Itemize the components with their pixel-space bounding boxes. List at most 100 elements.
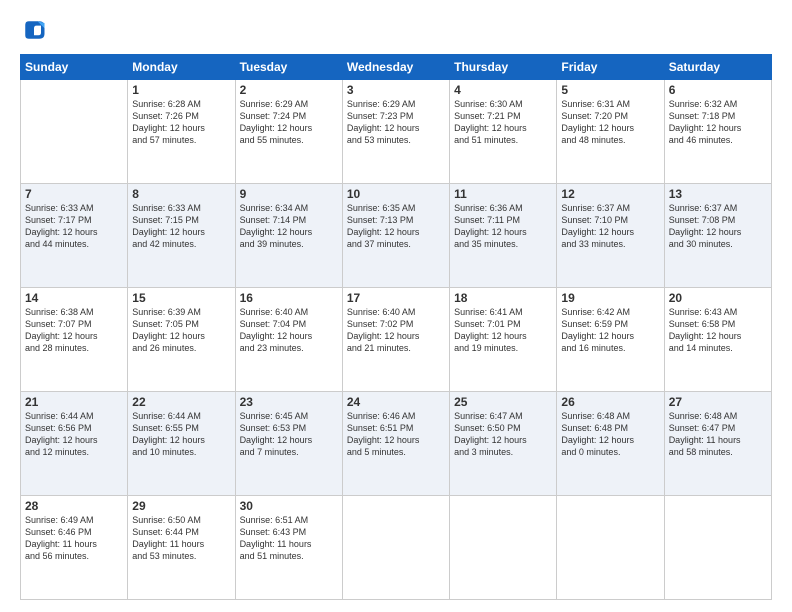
calendar-cell: 29Sunrise: 6:50 AM Sunset: 6:44 PM Dayli… <box>128 496 235 600</box>
day-number: 18 <box>454 291 552 305</box>
day-number: 7 <box>25 187 123 201</box>
day-number: 22 <box>132 395 230 409</box>
calendar-header-row: SundayMondayTuesdayWednesdayThursdayFrid… <box>21 55 772 80</box>
calendar-cell: 18Sunrise: 6:41 AM Sunset: 7:01 PM Dayli… <box>450 288 557 392</box>
day-number: 9 <box>240 187 338 201</box>
day-number: 19 <box>561 291 659 305</box>
day-info: Sunrise: 6:51 AM Sunset: 6:43 PM Dayligh… <box>240 514 338 563</box>
day-number: 16 <box>240 291 338 305</box>
calendar-week-row: 14Sunrise: 6:38 AM Sunset: 7:07 PM Dayli… <box>21 288 772 392</box>
weekday-header: Tuesday <box>235 55 342 80</box>
day-info: Sunrise: 6:29 AM Sunset: 7:23 PM Dayligh… <box>347 98 445 147</box>
day-info: Sunrise: 6:46 AM Sunset: 6:51 PM Dayligh… <box>347 410 445 459</box>
logo-icon <box>20 16 48 44</box>
day-number: 5 <box>561 83 659 97</box>
weekday-header: Thursday <box>450 55 557 80</box>
day-number: 12 <box>561 187 659 201</box>
calendar-cell: 27Sunrise: 6:48 AM Sunset: 6:47 PM Dayli… <box>664 392 771 496</box>
calendar-cell: 24Sunrise: 6:46 AM Sunset: 6:51 PM Dayli… <box>342 392 449 496</box>
calendar-cell: 14Sunrise: 6:38 AM Sunset: 7:07 PM Dayli… <box>21 288 128 392</box>
calendar-week-row: 7Sunrise: 6:33 AM Sunset: 7:17 PM Daylig… <box>21 184 772 288</box>
day-info: Sunrise: 6:35 AM Sunset: 7:13 PM Dayligh… <box>347 202 445 251</box>
day-info: Sunrise: 6:31 AM Sunset: 7:20 PM Dayligh… <box>561 98 659 147</box>
calendar-cell <box>342 496 449 600</box>
day-info: Sunrise: 6:36 AM Sunset: 7:11 PM Dayligh… <box>454 202 552 251</box>
calendar-cell: 7Sunrise: 6:33 AM Sunset: 7:17 PM Daylig… <box>21 184 128 288</box>
day-info: Sunrise: 6:50 AM Sunset: 6:44 PM Dayligh… <box>132 514 230 563</box>
day-info: Sunrise: 6:28 AM Sunset: 7:26 PM Dayligh… <box>132 98 230 147</box>
calendar-cell: 3Sunrise: 6:29 AM Sunset: 7:23 PM Daylig… <box>342 80 449 184</box>
calendar-cell: 2Sunrise: 6:29 AM Sunset: 7:24 PM Daylig… <box>235 80 342 184</box>
day-info: Sunrise: 6:37 AM Sunset: 7:10 PM Dayligh… <box>561 202 659 251</box>
day-info: Sunrise: 6:40 AM Sunset: 7:02 PM Dayligh… <box>347 306 445 355</box>
day-number: 23 <box>240 395 338 409</box>
logo <box>20 16 52 44</box>
day-info: Sunrise: 6:32 AM Sunset: 7:18 PM Dayligh… <box>669 98 767 147</box>
day-info: Sunrise: 6:44 AM Sunset: 6:55 PM Dayligh… <box>132 410 230 459</box>
calendar-cell <box>557 496 664 600</box>
day-info: Sunrise: 6:48 AM Sunset: 6:47 PM Dayligh… <box>669 410 767 459</box>
weekday-header: Friday <box>557 55 664 80</box>
day-info: Sunrise: 6:44 AM Sunset: 6:56 PM Dayligh… <box>25 410 123 459</box>
calendar-cell: 19Sunrise: 6:42 AM Sunset: 6:59 PM Dayli… <box>557 288 664 392</box>
calendar-cell <box>664 496 771 600</box>
calendar-cell: 15Sunrise: 6:39 AM Sunset: 7:05 PM Dayli… <box>128 288 235 392</box>
day-number: 17 <box>347 291 445 305</box>
header <box>20 16 772 44</box>
calendar-cell <box>450 496 557 600</box>
day-info: Sunrise: 6:49 AM Sunset: 6:46 PM Dayligh… <box>25 514 123 563</box>
day-info: Sunrise: 6:47 AM Sunset: 6:50 PM Dayligh… <box>454 410 552 459</box>
calendar-cell: 26Sunrise: 6:48 AM Sunset: 6:48 PM Dayli… <box>557 392 664 496</box>
day-number: 4 <box>454 83 552 97</box>
day-number: 3 <box>347 83 445 97</box>
calendar-cell: 30Sunrise: 6:51 AM Sunset: 6:43 PM Dayli… <box>235 496 342 600</box>
day-info: Sunrise: 6:37 AM Sunset: 7:08 PM Dayligh… <box>669 202 767 251</box>
day-number: 20 <box>669 291 767 305</box>
day-info: Sunrise: 6:33 AM Sunset: 7:17 PM Dayligh… <box>25 202 123 251</box>
day-info: Sunrise: 6:39 AM Sunset: 7:05 PM Dayligh… <box>132 306 230 355</box>
day-number: 15 <box>132 291 230 305</box>
calendar-cell: 22Sunrise: 6:44 AM Sunset: 6:55 PM Dayli… <box>128 392 235 496</box>
day-number: 13 <box>669 187 767 201</box>
calendar-cell: 5Sunrise: 6:31 AM Sunset: 7:20 PM Daylig… <box>557 80 664 184</box>
calendar-cell: 9Sunrise: 6:34 AM Sunset: 7:14 PM Daylig… <box>235 184 342 288</box>
day-number: 30 <box>240 499 338 513</box>
day-info: Sunrise: 6:42 AM Sunset: 6:59 PM Dayligh… <box>561 306 659 355</box>
calendar-table: SundayMondayTuesdayWednesdayThursdayFrid… <box>20 54 772 600</box>
day-info: Sunrise: 6:33 AM Sunset: 7:15 PM Dayligh… <box>132 202 230 251</box>
calendar-cell: 6Sunrise: 6:32 AM Sunset: 7:18 PM Daylig… <box>664 80 771 184</box>
day-number: 21 <box>25 395 123 409</box>
calendar-week-row: 21Sunrise: 6:44 AM Sunset: 6:56 PM Dayli… <box>21 392 772 496</box>
calendar-cell: 28Sunrise: 6:49 AM Sunset: 6:46 PM Dayli… <box>21 496 128 600</box>
calendar-week-row: 1Sunrise: 6:28 AM Sunset: 7:26 PM Daylig… <box>21 80 772 184</box>
day-number: 24 <box>347 395 445 409</box>
weekday-header: Sunday <box>21 55 128 80</box>
day-number: 27 <box>669 395 767 409</box>
calendar-cell: 23Sunrise: 6:45 AM Sunset: 6:53 PM Dayli… <box>235 392 342 496</box>
calendar-week-row: 28Sunrise: 6:49 AM Sunset: 6:46 PM Dayli… <box>21 496 772 600</box>
day-number: 26 <box>561 395 659 409</box>
day-number: 1 <box>132 83 230 97</box>
weekday-header: Wednesday <box>342 55 449 80</box>
day-info: Sunrise: 6:45 AM Sunset: 6:53 PM Dayligh… <box>240 410 338 459</box>
day-number: 11 <box>454 187 552 201</box>
calendar-cell: 17Sunrise: 6:40 AM Sunset: 7:02 PM Dayli… <box>342 288 449 392</box>
day-number: 6 <box>669 83 767 97</box>
day-number: 8 <box>132 187 230 201</box>
calendar-cell: 1Sunrise: 6:28 AM Sunset: 7:26 PM Daylig… <box>128 80 235 184</box>
day-info: Sunrise: 6:34 AM Sunset: 7:14 PM Dayligh… <box>240 202 338 251</box>
calendar-cell: 11Sunrise: 6:36 AM Sunset: 7:11 PM Dayli… <box>450 184 557 288</box>
weekday-header: Saturday <box>664 55 771 80</box>
calendar-cell: 16Sunrise: 6:40 AM Sunset: 7:04 PM Dayli… <box>235 288 342 392</box>
calendar-cell: 20Sunrise: 6:43 AM Sunset: 6:58 PM Dayli… <box>664 288 771 392</box>
calendar-cell: 8Sunrise: 6:33 AM Sunset: 7:15 PM Daylig… <box>128 184 235 288</box>
weekday-header: Monday <box>128 55 235 80</box>
day-number: 14 <box>25 291 123 305</box>
calendar-cell: 10Sunrise: 6:35 AM Sunset: 7:13 PM Dayli… <box>342 184 449 288</box>
day-number: 28 <box>25 499 123 513</box>
day-number: 10 <box>347 187 445 201</box>
day-number: 25 <box>454 395 552 409</box>
day-info: Sunrise: 6:30 AM Sunset: 7:21 PM Dayligh… <box>454 98 552 147</box>
day-number: 2 <box>240 83 338 97</box>
page: SundayMondayTuesdayWednesdayThursdayFrid… <box>0 0 792 612</box>
